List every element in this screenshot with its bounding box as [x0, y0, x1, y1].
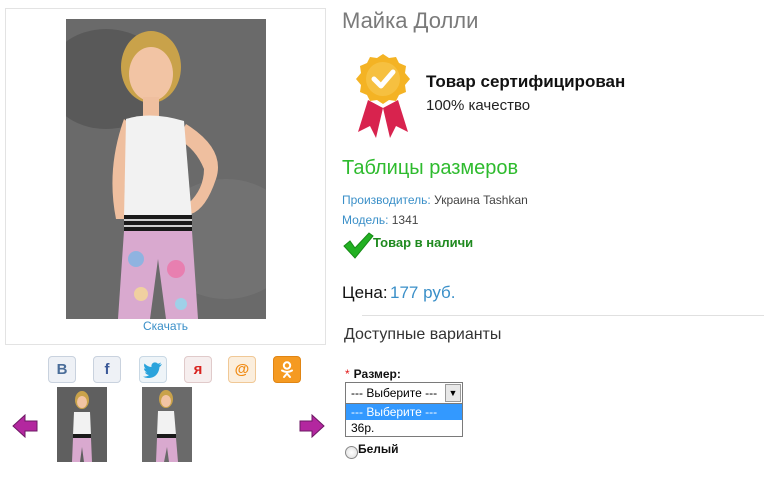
size-option-36[interactable]: 36р. [346, 420, 462, 436]
twitter-bird-icon [143, 361, 162, 378]
chevron-down-icon[interactable]: ▼ [445, 384, 461, 402]
size-dropdown-list[interactable]: --- Выберите --- 36р. [345, 403, 463, 437]
size-label-text: Размер: [353, 367, 401, 381]
stock-status: Товар в наличи [373, 235, 474, 250]
size-option-placeholder[interactable]: --- Выберите --- [346, 404, 462, 420]
product-photo[interactable] [66, 19, 266, 319]
facebook-share-icon[interactable]: f [93, 356, 121, 383]
carousel-prev-arrow-icon[interactable] [12, 413, 38, 439]
twitter-share-icon[interactable] [139, 356, 167, 383]
model-value: 1341 [391, 213, 419, 227]
model-label: Модель: [342, 213, 389, 227]
certificate-subtitle: 100% качество [426, 97, 531, 114]
vk-share-icon[interactable]: В [48, 356, 76, 383]
size-select-value: --- Выберите --- [351, 386, 438, 400]
color-radio-white[interactable] [345, 446, 358, 459]
in-stock-check-icon [342, 231, 374, 259]
required-mark: * [345, 367, 350, 381]
manufacturer-row: Производитель: Украина Tashkan [342, 193, 528, 207]
options-heading: Доступные варианты [344, 326, 502, 343]
product-photo-illustration [66, 19, 266, 319]
certificate-badge-icon [350, 52, 416, 138]
odnoklassniki-share-icon[interactable] [273, 356, 301, 383]
color-radio-label[interactable]: Белый [358, 442, 399, 456]
carousel-next-arrow-icon[interactable] [299, 413, 325, 439]
size-field-label: * Размер: [345, 367, 401, 381]
manufacturer-value: Украина Tashkan [434, 193, 528, 207]
certificate-title: Товар сертифицирован [426, 72, 626, 91]
price-value: 177 руб. [390, 283, 456, 302]
price-label: Цена: [342, 283, 388, 302]
thumbnail-2[interactable] [142, 387, 192, 462]
mailru-share-icon[interactable]: @ [228, 356, 256, 383]
divider [362, 315, 764, 316]
thumbnail-1[interactable] [57, 387, 107, 462]
yaru-share-icon[interactable]: я [184, 356, 212, 383]
product-title: Майка Долли [342, 8, 479, 33]
size-tables-link[interactable]: Таблицы размеров [342, 157, 518, 180]
manufacturer-label[interactable]: Производитель: [342, 193, 431, 207]
model-row: Модель: 1341 [342, 213, 418, 227]
download-link[interactable]: Скачать [5, 319, 326, 333]
size-select[interactable]: --- Выберите --- ▼ [345, 382, 463, 404]
odnoklassniki-glyph-icon [281, 360, 293, 378]
